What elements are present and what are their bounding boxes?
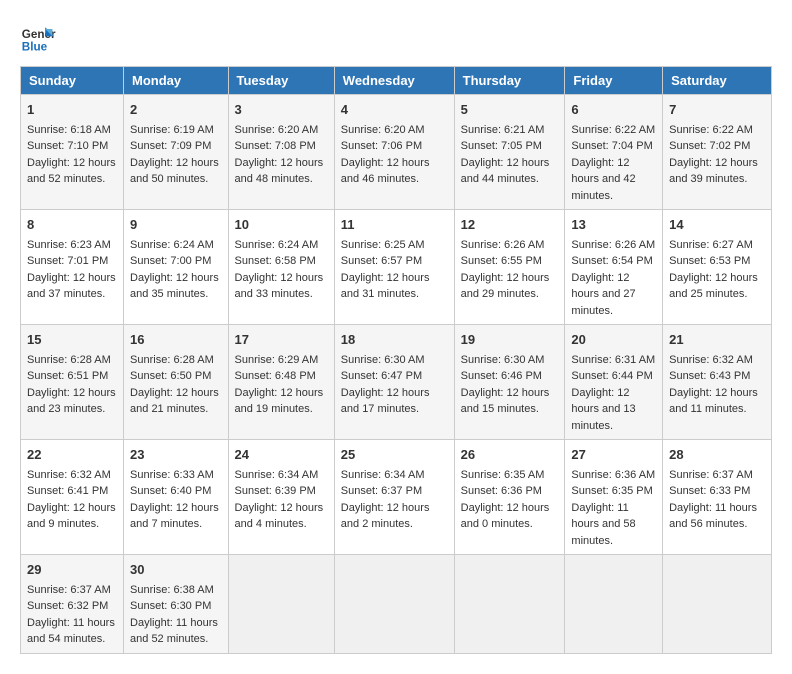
calendar-cell: 16Sunrise: 6:28 AMSunset: 6:50 PMDayligh… <box>124 325 228 440</box>
day-number: 7 <box>669 100 765 120</box>
day-number: 18 <box>341 330 448 350</box>
day-number: 11 <box>341 215 448 235</box>
logo: General Blue <box>20 20 56 56</box>
day-number: 23 <box>130 445 221 465</box>
calendar-cell: 14Sunrise: 6:27 AMSunset: 6:53 PMDayligh… <box>663 210 772 325</box>
calendar-cell: 7Sunrise: 6:22 AMSunset: 7:02 PMDaylight… <box>663 95 772 210</box>
calendar-cell: 11Sunrise: 6:25 AMSunset: 6:57 PMDayligh… <box>334 210 454 325</box>
calendar-cell: 27Sunrise: 6:36 AMSunset: 6:35 PMDayligh… <box>565 440 663 555</box>
calendar-cell: 25Sunrise: 6:34 AMSunset: 6:37 PMDayligh… <box>334 440 454 555</box>
day-number: 8 <box>27 215 117 235</box>
calendar-cell: 22Sunrise: 6:32 AMSunset: 6:41 PMDayligh… <box>21 440 124 555</box>
calendar-cell: 29Sunrise: 6:37 AMSunset: 6:32 PMDayligh… <box>21 555 124 654</box>
calendar-cell: 30Sunrise: 6:38 AMSunset: 6:30 PMDayligh… <box>124 555 228 654</box>
calendar-cell: 10Sunrise: 6:24 AMSunset: 6:58 PMDayligh… <box>228 210 334 325</box>
calendar-cell: 28Sunrise: 6:37 AMSunset: 6:33 PMDayligh… <box>663 440 772 555</box>
day-number: 4 <box>341 100 448 120</box>
calendar-cell <box>663 555 772 654</box>
day-number: 14 <box>669 215 765 235</box>
calendar-cell: 12Sunrise: 6:26 AMSunset: 6:55 PMDayligh… <box>454 210 565 325</box>
day-number: 3 <box>235 100 328 120</box>
header-row: SundayMondayTuesdayWednesdayThursdayFrid… <box>21 67 772 95</box>
day-header-wednesday: Wednesday <box>334 67 454 95</box>
calendar-cell: 1Sunrise: 6:18 AMSunset: 7:10 PMDaylight… <box>21 95 124 210</box>
calendar-cell: 9Sunrise: 6:24 AMSunset: 7:00 PMDaylight… <box>124 210 228 325</box>
day-number: 25 <box>341 445 448 465</box>
day-header-monday: Monday <box>124 67 228 95</box>
day-number: 22 <box>27 445 117 465</box>
day-number: 16 <box>130 330 221 350</box>
day-number: 20 <box>571 330 656 350</box>
week-row-3: 15Sunrise: 6:28 AMSunset: 6:51 PMDayligh… <box>21 325 772 440</box>
calendar-cell: 5Sunrise: 6:21 AMSunset: 7:05 PMDaylight… <box>454 95 565 210</box>
calendar-cell <box>228 555 334 654</box>
calendar-cell: 19Sunrise: 6:30 AMSunset: 6:46 PMDayligh… <box>454 325 565 440</box>
calendar-table: SundayMondayTuesdayWednesdayThursdayFrid… <box>20 66 772 654</box>
day-number: 30 <box>130 560 221 580</box>
calendar-cell: 17Sunrise: 6:29 AMSunset: 6:48 PMDayligh… <box>228 325 334 440</box>
calendar-cell: 8Sunrise: 6:23 AMSunset: 7:01 PMDaylight… <box>21 210 124 325</box>
day-number: 6 <box>571 100 656 120</box>
day-number: 26 <box>461 445 559 465</box>
week-row-2: 8Sunrise: 6:23 AMSunset: 7:01 PMDaylight… <box>21 210 772 325</box>
day-header-thursday: Thursday <box>454 67 565 95</box>
calendar-cell: 2Sunrise: 6:19 AMSunset: 7:09 PMDaylight… <box>124 95 228 210</box>
calendar-cell <box>565 555 663 654</box>
logo-icon: General Blue <box>20 20 56 56</box>
day-header-saturday: Saturday <box>663 67 772 95</box>
week-row-5: 29Sunrise: 6:37 AMSunset: 6:32 PMDayligh… <box>21 555 772 654</box>
day-header-tuesday: Tuesday <box>228 67 334 95</box>
calendar-cell <box>454 555 565 654</box>
day-number: 21 <box>669 330 765 350</box>
calendar-cell: 26Sunrise: 6:35 AMSunset: 6:36 PMDayligh… <box>454 440 565 555</box>
day-number: 19 <box>461 330 559 350</box>
calendar-cell: 24Sunrise: 6:34 AMSunset: 6:39 PMDayligh… <box>228 440 334 555</box>
day-number: 27 <box>571 445 656 465</box>
calendar-cell: 23Sunrise: 6:33 AMSunset: 6:40 PMDayligh… <box>124 440 228 555</box>
day-number: 5 <box>461 100 559 120</box>
day-number: 15 <box>27 330 117 350</box>
day-number: 12 <box>461 215 559 235</box>
calendar-cell: 21Sunrise: 6:32 AMSunset: 6:43 PMDayligh… <box>663 325 772 440</box>
calendar-cell <box>334 555 454 654</box>
calendar-cell: 3Sunrise: 6:20 AMSunset: 7:08 PMDaylight… <box>228 95 334 210</box>
day-number: 10 <box>235 215 328 235</box>
calendar-cell: 20Sunrise: 6:31 AMSunset: 6:44 PMDayligh… <box>565 325 663 440</box>
page-header: General Blue <box>20 20 772 56</box>
calendar-cell: 4Sunrise: 6:20 AMSunset: 7:06 PMDaylight… <box>334 95 454 210</box>
calendar-cell: 18Sunrise: 6:30 AMSunset: 6:47 PMDayligh… <box>334 325 454 440</box>
calendar-cell: 15Sunrise: 6:28 AMSunset: 6:51 PMDayligh… <box>21 325 124 440</box>
day-number: 28 <box>669 445 765 465</box>
week-row-1: 1Sunrise: 6:18 AMSunset: 7:10 PMDaylight… <box>21 95 772 210</box>
day-number: 13 <box>571 215 656 235</box>
week-row-4: 22Sunrise: 6:32 AMSunset: 6:41 PMDayligh… <box>21 440 772 555</box>
day-number: 9 <box>130 215 221 235</box>
day-number: 2 <box>130 100 221 120</box>
day-header-friday: Friday <box>565 67 663 95</box>
day-number: 24 <box>235 445 328 465</box>
day-number: 29 <box>27 560 117 580</box>
svg-text:Blue: Blue <box>22 41 48 54</box>
day-number: 1 <box>27 100 117 120</box>
calendar-cell: 13Sunrise: 6:26 AMSunset: 6:54 PMDayligh… <box>565 210 663 325</box>
day-number: 17 <box>235 330 328 350</box>
calendar-cell: 6Sunrise: 6:22 AMSunset: 7:04 PMDaylight… <box>565 95 663 210</box>
day-header-sunday: Sunday <box>21 67 124 95</box>
